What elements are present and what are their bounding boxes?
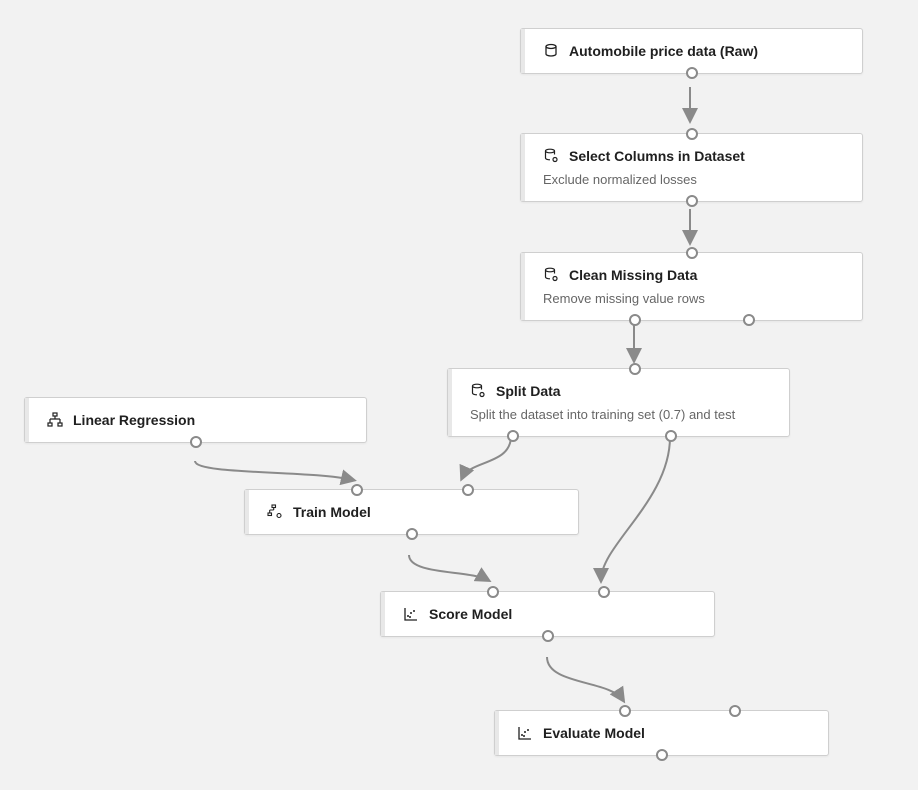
node-automobile-data[interactable]: Automobile price data (Raw) — [520, 28, 863, 74]
node-linear-regression[interactable]: Linear Regression — [24, 397, 367, 443]
node-description: Exclude normalized losses — [543, 172, 846, 187]
output-port[interactable] — [542, 630, 554, 642]
output-port[interactable] — [190, 436, 202, 448]
output-port[interactable] — [406, 528, 418, 540]
model-gear-icon — [267, 504, 283, 520]
node-title: Split Data — [496, 383, 561, 399]
node-evaluate-model[interactable]: Evaluate Model — [494, 710, 829, 756]
node-title: Train Model — [293, 504, 371, 520]
database-gear-icon — [470, 383, 486, 399]
input-port-0[interactable] — [351, 484, 363, 496]
node-description: Remove missing value rows — [543, 291, 846, 306]
node-title: Clean Missing Data — [569, 267, 697, 283]
node-description: Split the dataset into training set (0.7… — [470, 407, 773, 422]
output-port-0[interactable] — [507, 430, 519, 442]
input-port-0[interactable] — [487, 586, 499, 598]
output-port-1[interactable] — [665, 430, 677, 442]
input-port[interactable] — [686, 247, 698, 259]
node-title: Linear Regression — [73, 412, 195, 428]
output-port[interactable] — [686, 195, 698, 207]
input-port-0[interactable] — [619, 705, 631, 717]
output-port[interactable] — [686, 67, 698, 79]
node-score-model[interactable]: Score Model — [380, 591, 715, 637]
input-port-1[interactable] — [729, 705, 741, 717]
node-title: Select Columns in Dataset — [569, 148, 745, 164]
node-select-columns[interactable]: Select Columns in Dataset Exclude normal… — [520, 133, 863, 202]
database-icon — [543, 43, 559, 59]
database-gear-icon — [543, 148, 559, 164]
scatter-icon — [403, 606, 419, 622]
node-title: Score Model — [429, 606, 512, 622]
node-train-model[interactable]: Train Model — [244, 489, 579, 535]
input-port[interactable] — [629, 363, 641, 375]
output-port-0[interactable] — [629, 314, 641, 326]
output-port[interactable] — [656, 749, 668, 761]
input-port-1[interactable] — [598, 586, 610, 598]
node-title: Evaluate Model — [543, 725, 645, 741]
database-gear-icon — [543, 267, 559, 283]
scatter-icon — [517, 725, 533, 741]
node-clean-missing[interactable]: Clean Missing Data Remove missing value … — [520, 252, 863, 321]
node-split-data[interactable]: Split Data Split the dataset into traini… — [447, 368, 790, 437]
output-port-1[interactable] — [743, 314, 755, 326]
input-port-1[interactable] — [462, 484, 474, 496]
node-title: Automobile price data (Raw) — [569, 43, 758, 59]
input-port[interactable] — [686, 128, 698, 140]
model-icon — [47, 412, 63, 428]
pipeline-canvas[interactable]: Automobile price data (Raw) Select Colum… — [0, 0, 918, 790]
